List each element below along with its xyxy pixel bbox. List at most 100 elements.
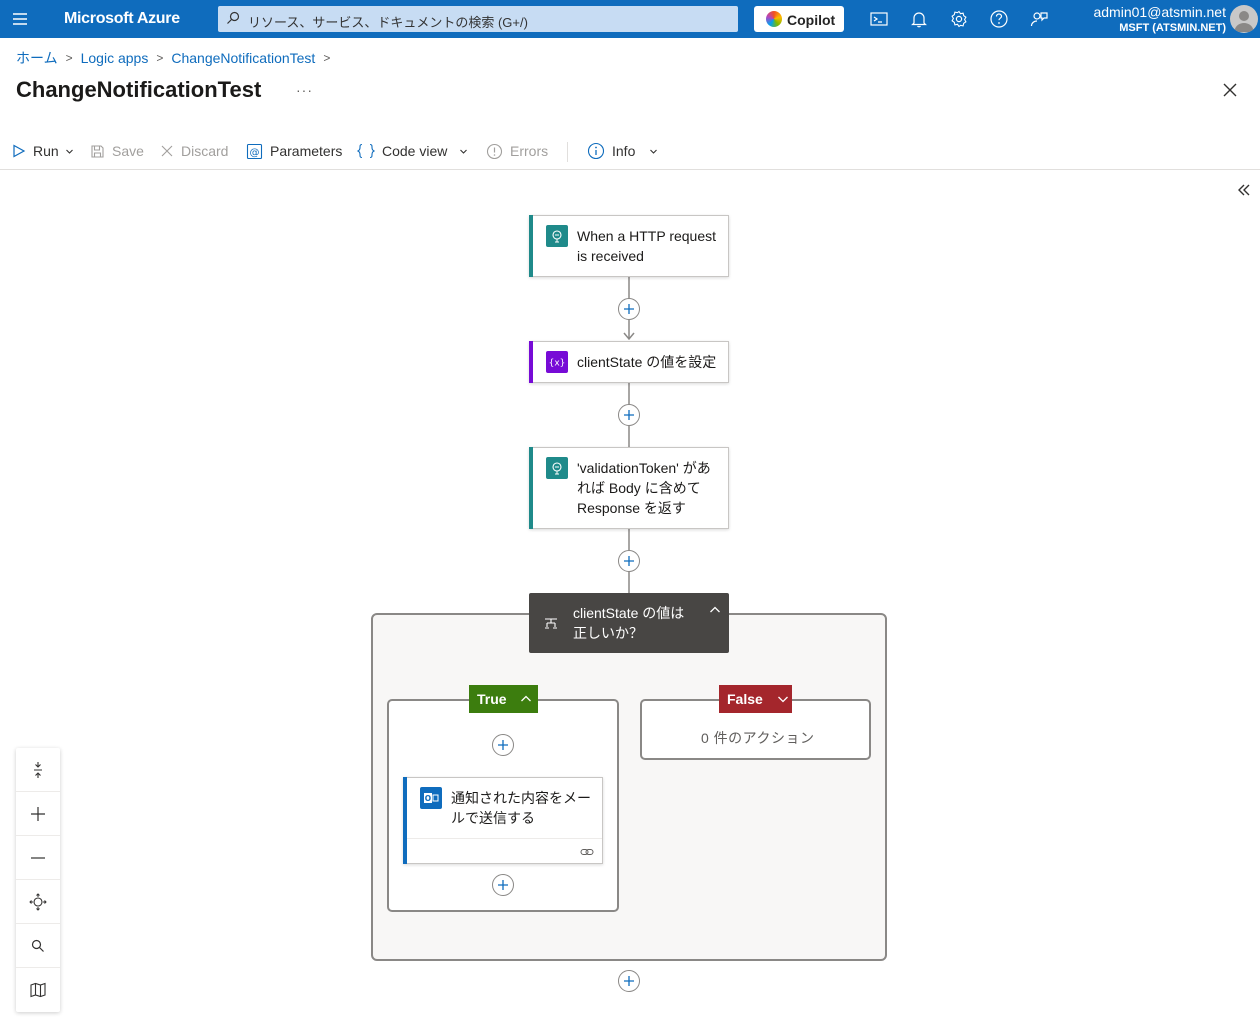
send-email-card[interactable]: O 通知された内容をメー ルで送信する [403, 777, 603, 864]
parameters-label: Parameters [270, 143, 343, 159]
add-step-button[interactable] [618, 550, 640, 572]
breadcrumb-home[interactable]: ホーム [16, 48, 58, 68]
fit-icon [34, 761, 42, 778]
code-view-button[interactable]: Code view [357, 140, 475, 162]
trigger-card[interactable]: When a HTTP request is received [529, 215, 729, 277]
trigger-title-line1: When a HTTP request [577, 228, 717, 244]
minimap-button[interactable] [16, 968, 60, 1012]
chevron-down-icon [65, 149, 73, 154]
condition-card[interactable]: clientState の値は 正しいか？ [529, 593, 729, 653]
search-canvas-button[interactable] [16, 924, 60, 968]
zoom-in-button[interactable] [16, 792, 60, 836]
chevron-right-icon: > [156, 51, 164, 65]
true-badge[interactable]: True [469, 685, 538, 713]
plus-icon [624, 304, 634, 314]
parameters-button[interactable]: @ Parameters [246, 140, 342, 162]
response-title-line2: れば Body に含めて [577, 480, 701, 496]
copilot-label: Copilot [787, 12, 836, 28]
svg-text:@: @ [250, 147, 260, 158]
add-step-button[interactable] [492, 734, 514, 756]
add-step-button[interactable] [618, 404, 640, 426]
chevron-up-icon [520, 695, 531, 702]
trigger-title-line2: is received [577, 248, 644, 264]
false-badge[interactable]: False [719, 685, 792, 713]
parameters-icon: @ [246, 143, 263, 159]
card-accent [403, 777, 407, 864]
plus-icon [624, 556, 634, 566]
errors-button[interactable]: Errors [486, 140, 548, 162]
zoom-out-icon [31, 856, 45, 859]
gear-icon[interactable] [948, 8, 970, 30]
errors-label: Errors [510, 143, 549, 159]
errors-icon [486, 143, 503, 159]
hamburger-icon[interactable] [10, 9, 30, 29]
code-icon [357, 143, 375, 159]
chevron-up-icon[interactable] [709, 605, 721, 615]
false-empty-text: 0 件のアクション [701, 730, 815, 746]
save-label: Save [112, 143, 144, 159]
plus-icon [498, 880, 508, 890]
more-options-button[interactable]: ··· [296, 82, 313, 98]
zoom-in-icon [31, 806, 45, 821]
breadcrumb-app[interactable]: ChangeNotificationTest [171, 50, 315, 66]
false-label: False [727, 691, 763, 707]
help-icon[interactable] [988, 8, 1010, 30]
chevron-right-icon: > [323, 51, 331, 65]
search-canvas-icon [31, 939, 44, 952]
card-accent [529, 341, 533, 383]
save-icon [91, 144, 104, 158]
discard-button[interactable]: Discard [160, 140, 228, 162]
add-step-button[interactable] [492, 874, 514, 896]
run-button[interactable]: Run [12, 140, 81, 162]
chevron-right-icon: > [65, 51, 73, 65]
zoom-out-button[interactable] [16, 836, 60, 880]
svg-text:{x}: {x} [549, 359, 565, 369]
account-name: admin01@atsmin.net [1093, 4, 1226, 20]
brand-title[interactable]: Microsoft Azure [64, 10, 180, 28]
card-divider [407, 838, 602, 839]
copilot-icon [766, 11, 782, 27]
outlook-icon: O [420, 787, 442, 809]
plus-icon [624, 976, 634, 986]
info-label: Info [612, 143, 636, 159]
card-accent [529, 447, 533, 529]
set-variable-title: clientState の値を設定 [577, 354, 717, 370]
close-icon[interactable] [1222, 82, 1238, 98]
designer-toolbar: Run Save Discard @ Parameters Code view … [0, 136, 1260, 170]
bell-icon[interactable] [908, 8, 930, 30]
svg-text:O: O [425, 794, 431, 803]
account-info[interactable]: admin01@atsmin.net MSFT (ATSMIN.NET) [1093, 3, 1226, 35]
condition-title-line2: 正しいか？ [573, 625, 643, 641]
response-title-line1: 'validationToken' があ [577, 460, 711, 476]
info-button[interactable]: Info [587, 140, 665, 162]
account-directory: MSFT (ATSMIN.NET) [1119, 22, 1226, 34]
feedback-icon[interactable] [1028, 8, 1050, 30]
plus-icon [498, 740, 508, 750]
add-step-button[interactable] [618, 298, 640, 320]
info-icon [587, 142, 605, 160]
fit-view-button[interactable] [16, 748, 60, 792]
cloud-shell-icon[interactable] [868, 8, 890, 30]
chevron-down-icon [650, 149, 658, 154]
avatar[interactable] [1230, 5, 1258, 33]
center-view-button[interactable] [16, 880, 60, 924]
link-icon [580, 849, 594, 855]
code-view-label: Code view [382, 143, 448, 159]
response-card[interactable]: 'validationToken' があ れば Body に含めて Respon… [529, 447, 729, 529]
set-variable-card[interactable]: {x} clientState の値を設定 [529, 341, 729, 383]
minimap-icon [30, 982, 46, 998]
search-input[interactable]: リソース、サービス、ドキュメントの検索 (G+/) [218, 6, 738, 32]
designer-canvas[interactable]: When a HTTP request is received {x} clie… [0, 171, 1260, 1026]
page-title: ChangeNotificationTest [16, 77, 262, 102]
breadcrumb: ホーム > Logic apps > ChangeNotificationTes… [16, 48, 338, 68]
response-title-line3: Response を返す [577, 500, 686, 516]
run-label: Run [33, 143, 59, 159]
user-icon [1234, 11, 1254, 32]
breadcrumb-logic-apps[interactable]: Logic apps [81, 50, 149, 66]
zoom-controls [16, 748, 60, 1012]
add-step-button[interactable] [618, 970, 640, 992]
discard-icon [161, 145, 173, 157]
copilot-button[interactable]: Copilot [754, 6, 844, 32]
true-label: True [477, 691, 507, 707]
save-button[interactable]: Save [90, 140, 144, 162]
